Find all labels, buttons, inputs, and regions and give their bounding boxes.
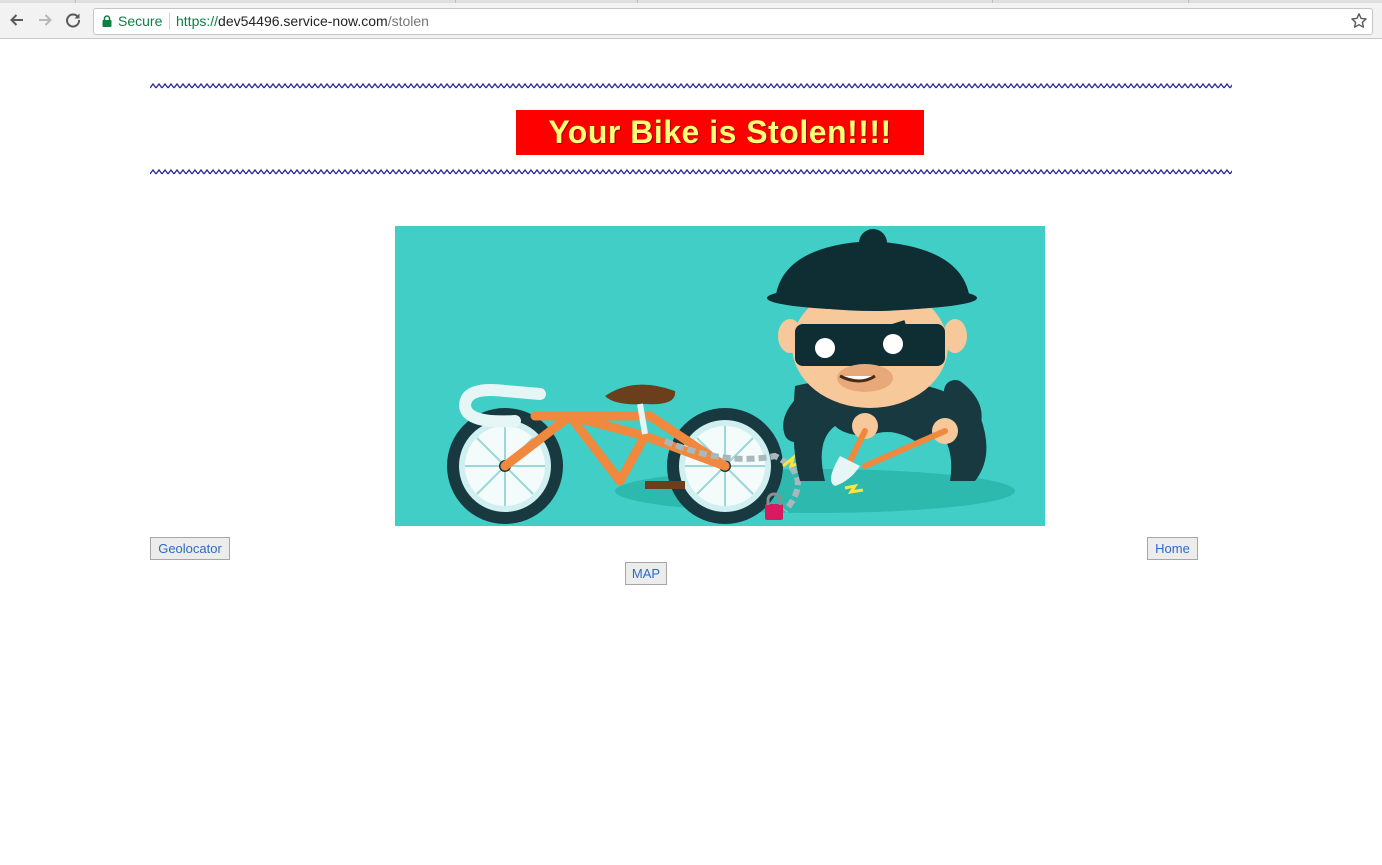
forward-arrow-icon <box>39 14 52 26</box>
url-path: /stolen <box>387 13 429 29</box>
bike-thief-image <box>395 226 1045 526</box>
page-title-banner: Your Bike is Stolen!!!! <box>516 110 924 155</box>
url-host: dev54496.service-now.com <box>218 13 388 29</box>
page-title: Your Bike is Stolen!!!! <box>548 114 892 150</box>
address-bar[interactable]: Secure https://dev54496.service-now.com/… <box>93 8 1373 35</box>
bike-thief-illustration <box>395 226 1045 526</box>
forward-button[interactable] <box>34 9 56 31</box>
wavy-divider-bottom <box>150 168 1232 176</box>
address-separator <box>169 13 170 30</box>
bookmark-star-icon[interactable] <box>1350 12 1368 30</box>
url-text[interactable]: https://dev54496.service-now.com/stolen <box>176 13 429 29</box>
home-button[interactable]: Home <box>1147 537 1198 560</box>
reload-button[interactable] <box>62 9 84 31</box>
wavy-divider-top <box>150 82 1232 90</box>
back-arrow-icon <box>10 14 23 26</box>
url-scheme: https:// <box>176 13 219 29</box>
browser-toolbar: Secure https://dev54496.service-now.com/… <box>0 3 1382 39</box>
secure-label: Secure <box>118 13 163 29</box>
lock-icon <box>102 15 112 27</box>
geolocator-button[interactable]: Geolocator <box>150 537 230 560</box>
back-button[interactable] <box>6 9 28 31</box>
map-button[interactable]: MAP <box>625 562 667 585</box>
reload-icon <box>66 13 81 28</box>
